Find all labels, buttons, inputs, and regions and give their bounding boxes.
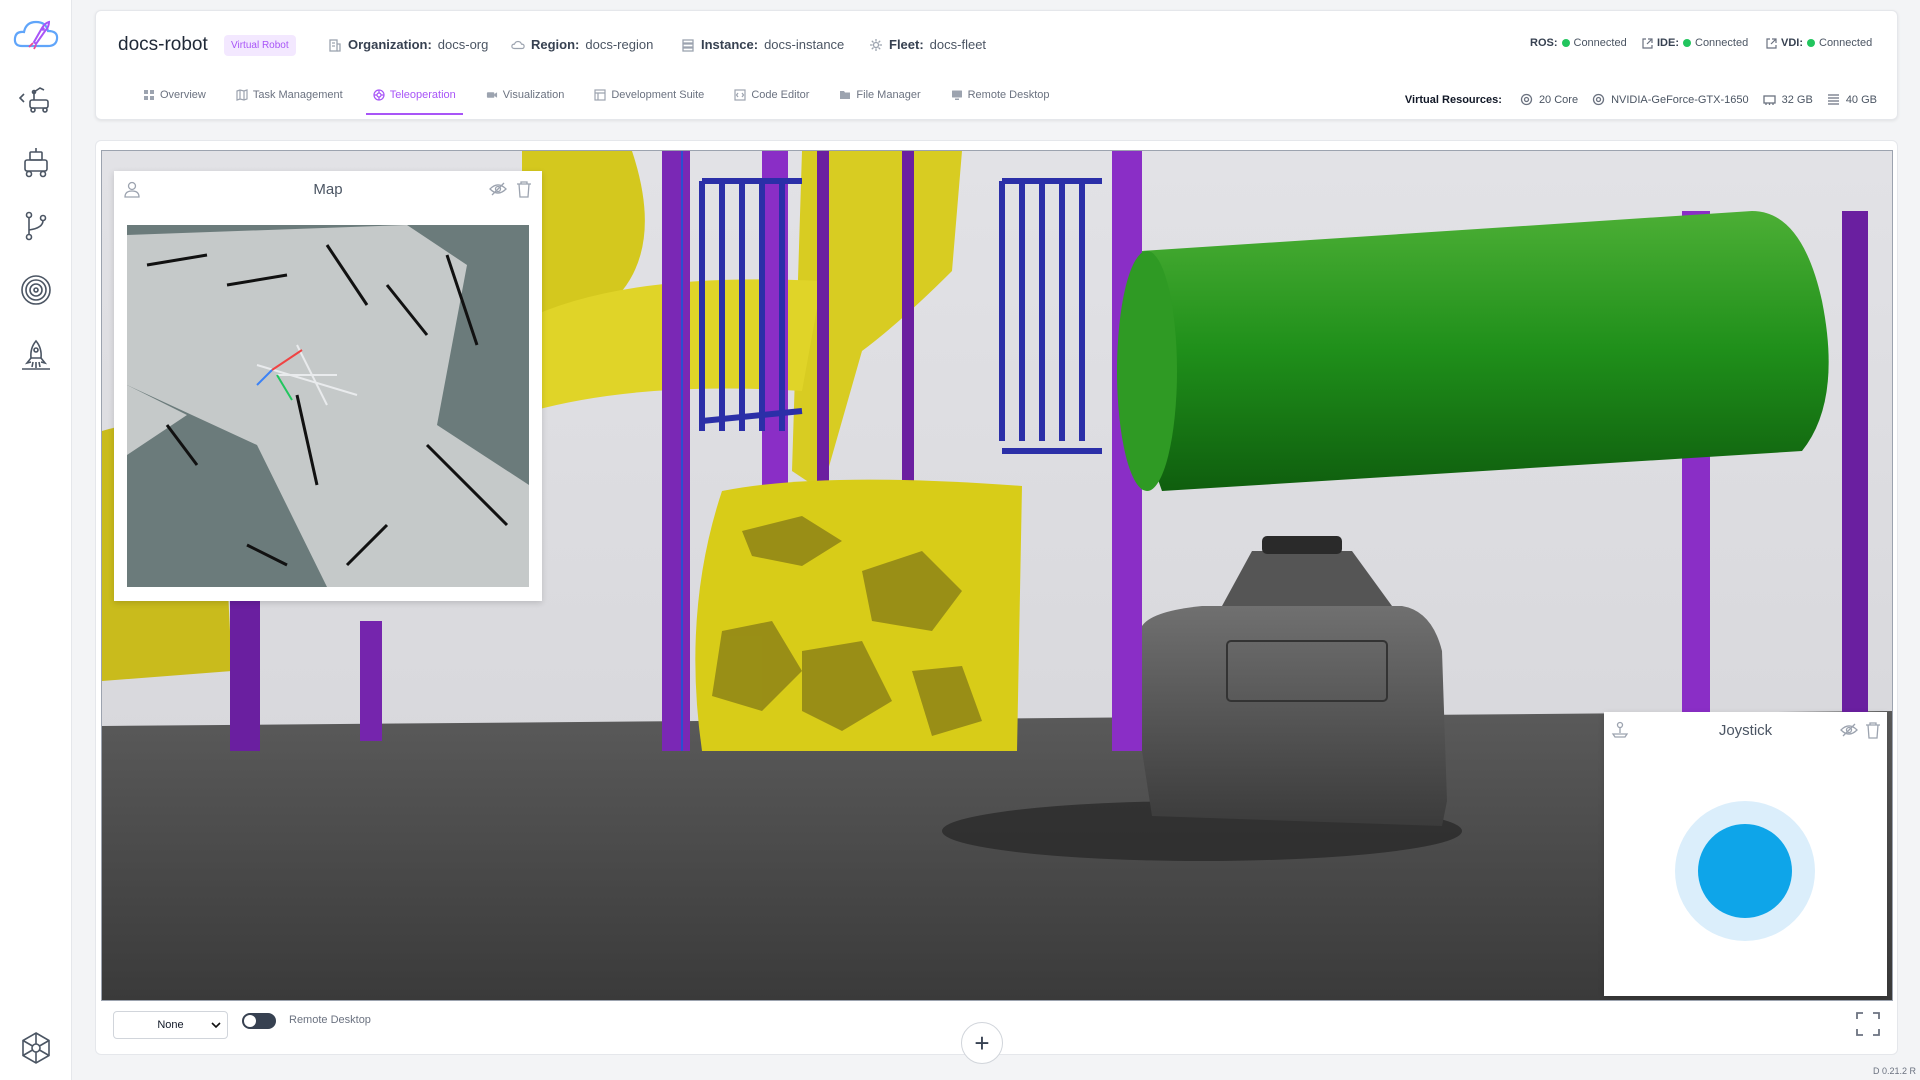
map-title: Map [313,181,343,198]
ide-status-text: Connected [1695,37,1749,49]
tab-file-manager-label: File Manager [856,89,921,101]
external-link-icon[interactable] [1642,37,1653,49]
joystick-widget[interactable]: Joystick [1604,712,1887,996]
tab-development-suite[interactable]: Development Suite [587,89,711,115]
robot-arm-icon[interactable] [16,78,56,118]
ide-label: IDE: [1657,37,1679,49]
region-value: docs-region [585,37,654,52]
occupancy-map[interactable] [127,225,529,587]
storage-icon [1827,93,1840,106]
organization-info: Organization: docs-org [328,37,488,52]
git-branch-icon[interactable] [16,206,56,246]
instance-value: docs-instance [764,37,845,52]
robot-tabs: Overview Task Management Teleoperation V… [136,89,1073,115]
tab-overview-label: Overview [160,89,206,101]
fleet-icon [869,38,883,52]
ide-status: IDE: Connected [1642,37,1748,49]
cpu-icon [1520,93,1533,106]
instance-label: Instance: [701,37,759,52]
robot-name: docs-robot [118,34,208,55]
tab-teleoperation[interactable]: Teleoperation [365,89,463,115]
joystick-base[interactable] [1675,801,1815,941]
ros-status: ROS: Connected [1530,37,1627,49]
tab-teleoperation-label: Teleoperation [389,89,456,101]
remote-desktop-toggle-label: Remote Desktop [289,1014,371,1026]
gpu-icon [1592,93,1605,106]
desktop-icon [951,89,963,101]
trash-icon[interactable] [514,179,534,199]
grid-icon [143,89,155,101]
remote-desktop-toggle[interactable] [242,1013,276,1029]
memory-value: 32 GB [1781,93,1813,106]
ros-status-dot [1561,39,1570,47]
suite-icon [594,89,606,101]
vdi-status-text: Connected [1819,37,1873,49]
ide-status-dot [1683,39,1691,47]
virtual-resources: Virtual Resources: 20 Core NVIDIA-GeForc… [1405,93,1877,106]
memory-icon [1762,93,1776,106]
cloud-icon [511,38,525,52]
resources-label: Virtual Resources: [1404,93,1502,106]
instance-info: Instance: docs-instance [681,37,844,52]
ros-label: ROS: [1530,37,1558,49]
plus-icon: + [974,1027,990,1058]
camera-icon [486,89,498,101]
occupancy-map-render [127,225,529,587]
tab-task-management-label: Task Management [252,89,343,101]
trash-icon[interactable] [1863,720,1883,740]
version-label: D 0.21.2 R [1872,1066,1916,1076]
gpu-value: NVIDIA-GeForce-GTX-1650 [1611,93,1749,106]
stream-source-value: None [157,1019,184,1031]
building-icon [328,38,342,52]
rocket-launch-icon[interactable] [16,336,56,376]
vdi-status: VDI: Connected [1766,37,1872,49]
tab-code-editor[interactable]: Code Editor [727,89,816,115]
tab-remote-desktop[interactable]: Remote Desktop [944,89,1057,115]
organization-label: Organization: [348,37,432,52]
joystick-tab-icon [373,89,385,101]
ros-status-text: Connected [1573,37,1627,49]
tab-remote-desktop-label: Remote Desktop [967,89,1050,101]
tab-development-suite-label: Development Suite [611,89,705,101]
rocket-cloud-logo[interactable] [12,14,60,54]
code-icon [734,89,746,101]
eye-off-icon[interactable] [488,179,508,199]
cpu-value: 20 Core [1538,93,1579,106]
eye-off-icon[interactable] [1839,720,1859,740]
vdi-label: VDI: [1781,37,1803,49]
server-icon [681,38,695,52]
camera-stream[interactable]: Map Joystick [101,150,1893,1001]
virtual-robot-badge: Virtual Robot [224,35,296,56]
fleet-value: docs-fleet [929,37,987,52]
fleet-label: Fleet: [889,37,924,52]
tab-task-management[interactable]: Task Management [229,89,350,115]
tab-overview[interactable]: Overview [136,89,213,115]
mobile-robot-icon[interactable] [16,142,56,182]
region-info: Region: docs-region [511,37,653,52]
fleet-info: Fleet: docs-fleet [869,37,986,52]
hex-network-icon[interactable] [16,1028,56,1068]
vdi-status-dot [1807,39,1815,47]
map-icon [236,89,248,101]
tab-code-editor-label: Code Editor [751,89,810,101]
tab-visualization[interactable]: Visualization [479,89,572,115]
fullscreen-icon[interactable] [1855,1011,1881,1037]
chevron-down-icon [211,1022,221,1029]
tab-file-manager[interactable]: File Manager [832,89,927,115]
stream-source-select[interactable]: None [113,1011,228,1039]
storage-value: 40 GB [1845,93,1877,106]
map-widget[interactable]: Map [114,171,542,601]
folder-icon [839,89,851,101]
target-icon[interactable] [16,270,56,310]
organization-value: docs-org [437,37,489,52]
region-label: Region: [531,37,580,52]
robot-header: docs-robot Virtual Robot Organization: d… [95,10,1898,120]
add-widget-button[interactable]: + [961,1022,1003,1064]
external-link-icon[interactable] [1766,37,1777,49]
sidebar [0,0,72,1080]
teleoperation-panel: Map Joystick None Remote Desktop + [95,140,1898,1064]
tab-visualization-label: Visualization [502,89,565,101]
joystick-knob[interactable] [1698,824,1792,918]
